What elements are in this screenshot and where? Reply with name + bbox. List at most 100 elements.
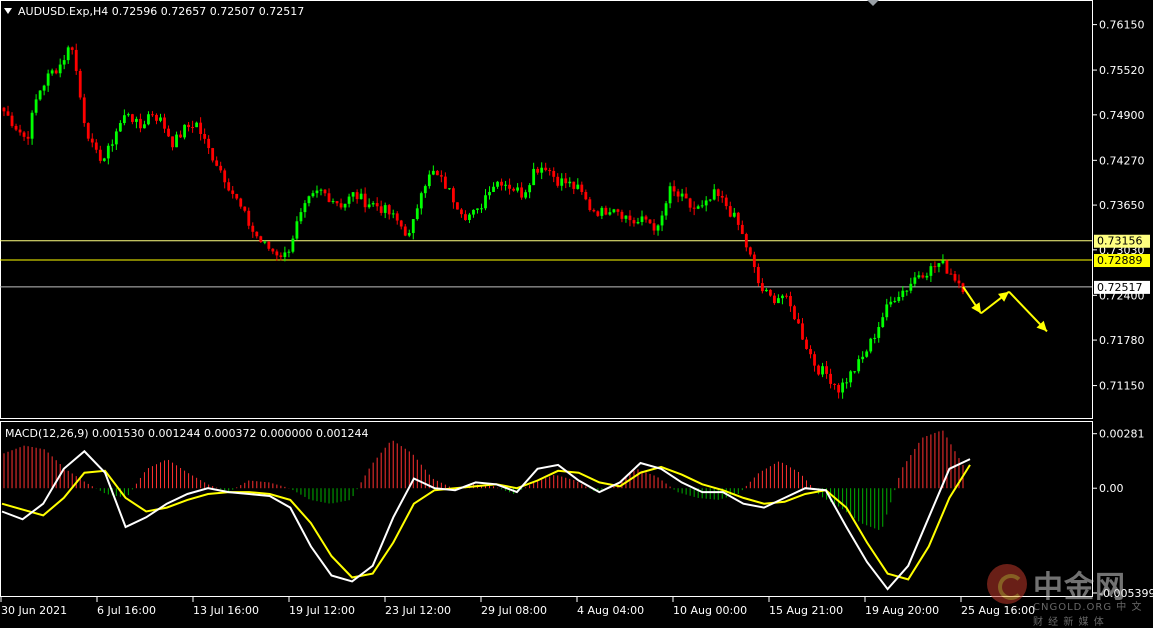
level-tag-label: 0.73156 [1097, 235, 1143, 248]
candle-body [131, 114, 134, 122]
candle-body [752, 254, 756, 268]
candle-body [267, 241, 271, 249]
candle-body [732, 212, 736, 217]
candle-body [508, 184, 511, 189]
candle-body [877, 327, 881, 338]
candle-body [223, 170, 227, 183]
candle-body [363, 193, 367, 208]
candle-body [423, 186, 427, 194]
candle-body [472, 209, 475, 215]
candle-body [371, 203, 375, 205]
chart-canvas: 0.761500.755200.749000.742700.736500.730… [0, 0, 1153, 617]
candle-body [271, 248, 275, 252]
candle-body [652, 223, 656, 231]
candle-body [159, 117, 162, 121]
candle-body [628, 215, 632, 221]
candle-body [556, 176, 560, 186]
candle-body [295, 221, 299, 239]
forecast-arrowhead [971, 302, 981, 314]
current-price-label: 0.72517 [1097, 281, 1143, 294]
candle-body [496, 181, 499, 187]
candle-body [355, 192, 359, 200]
candle-body [805, 339, 808, 349]
candle-body [468, 214, 471, 220]
candle-body [696, 206, 700, 209]
candle-body [945, 260, 949, 274]
candle-body [323, 189, 327, 194]
time-tick-label: 19 Aug 20:00 [865, 604, 939, 617]
candle-body [391, 213, 395, 215]
candle-body [849, 371, 853, 383]
candle-body [845, 382, 849, 384]
candle-body [62, 60, 66, 65]
candle-body [443, 176, 447, 189]
candle-body [580, 184, 584, 192]
price-layer [0, 43, 1092, 399]
candle-body [207, 138, 211, 149]
time-tick-label: 30 Jun 2021 [1, 604, 67, 617]
candle-body [736, 212, 740, 225]
candle-body [86, 123, 90, 139]
candle-body [135, 118, 138, 122]
candle-body [660, 215, 664, 226]
candle-body [464, 214, 467, 220]
triangle-down-icon[interactable] [4, 8, 12, 14]
candle-body [672, 186, 676, 192]
candle-body [439, 175, 443, 177]
candle-body [516, 187, 520, 191]
candle-body [596, 211, 600, 216]
candle-body [488, 191, 491, 196]
candle-body [624, 215, 628, 219]
candle-body [881, 317, 885, 328]
candle-body [14, 125, 18, 130]
candle-body [287, 251, 291, 253]
candle-body [760, 283, 764, 292]
candle-body [151, 114, 154, 116]
candle-body [552, 170, 556, 177]
candle-body [235, 193, 239, 199]
candle-body [34, 99, 38, 113]
candle-body [941, 260, 945, 264]
candle-body [837, 384, 841, 393]
candle-body [435, 170, 439, 176]
candle-body [797, 319, 800, 324]
time-tick-label: 15 Aug 21:00 [769, 604, 843, 617]
candle-body [921, 275, 925, 278]
scroll-marker-icon [867, 0, 879, 6]
candle-body [724, 197, 728, 207]
candle-body [191, 127, 194, 129]
candle-body [339, 203, 343, 208]
candle-body [66, 47, 70, 61]
candle-body [604, 207, 608, 215]
candle-body [54, 70, 58, 74]
candle-body [203, 133, 207, 139]
candle-body [773, 295, 776, 304]
candle-body [183, 124, 186, 138]
price-tick-label: 0.71150 [1099, 380, 1145, 393]
candle-body [688, 198, 692, 208]
candle-body [147, 114, 150, 125]
candle-body [122, 115, 126, 124]
candle-body [427, 174, 431, 187]
candle-body [889, 301, 893, 305]
candle-body [524, 192, 528, 198]
candle-body [616, 209, 620, 212]
time-tick-label: 6 Jul 16:00 [97, 604, 156, 617]
candle-body [199, 122, 203, 134]
candle-body [247, 210, 251, 226]
candle-body [82, 97, 86, 124]
candle-body [536, 168, 540, 173]
candle-body [291, 238, 295, 252]
candle-body [540, 167, 544, 173]
candle-body [456, 202, 459, 210]
candle-body [431, 170, 435, 175]
candle-body [42, 85, 46, 91]
candle-body [251, 225, 255, 232]
candle-body [415, 208, 419, 220]
candle-body [347, 196, 351, 204]
candle-body [720, 196, 724, 198]
candle-body [865, 351, 869, 357]
candle-body [411, 219, 415, 234]
time-tick-label: 25 Aug 16:00 [961, 604, 1035, 617]
candle-body [187, 124, 190, 128]
